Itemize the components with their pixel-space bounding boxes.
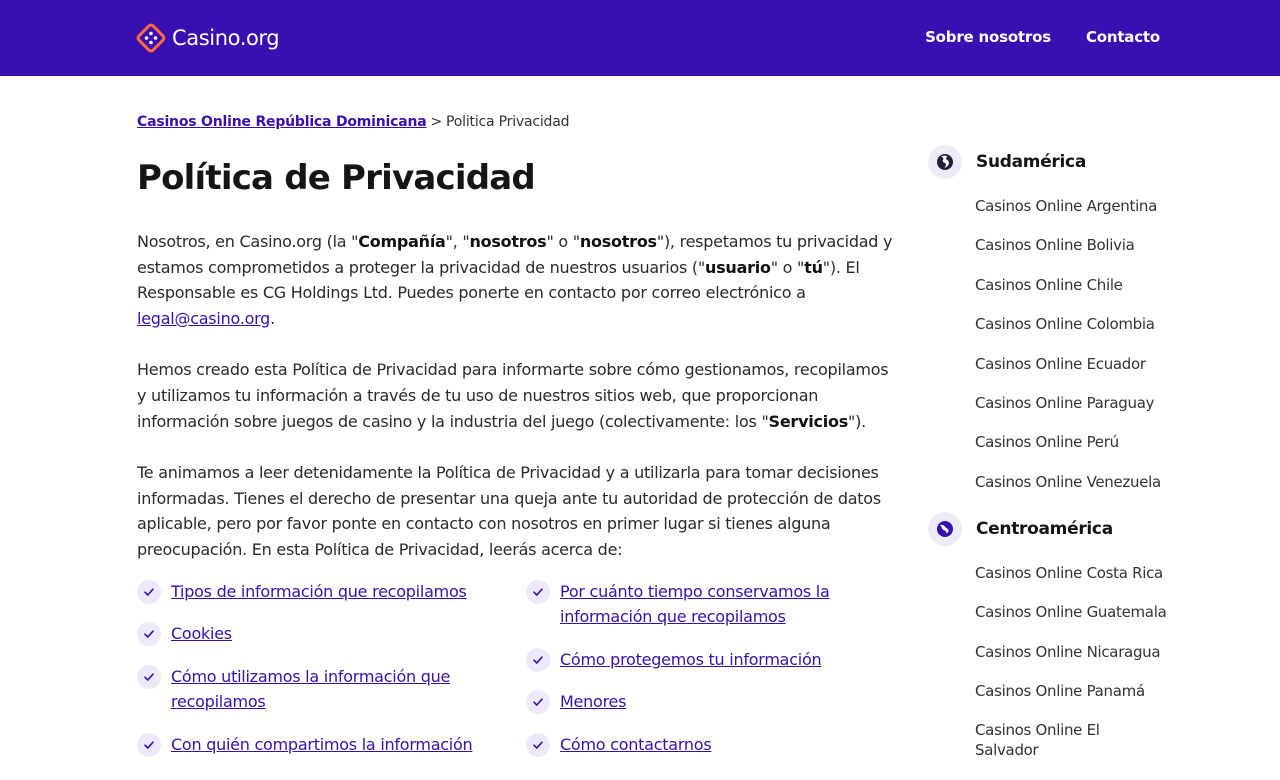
- intro-paragraph-3: Te animamos a leer detenidamente la Polí…: [137, 463, 881, 559]
- breadcrumb-separator: >: [430, 114, 443, 130]
- logo-link[interactable]: Casino.org: [136, 22, 280, 54]
- region-sidebar: Sudamérica Casinos Online Argentina Casi…: [928, 145, 1188, 780]
- main-nav: Sobre nosotros Contacto: [925, 28, 1160, 46]
- sidebar-link-paraguay[interactable]: Casinos Online Paraguay: [975, 394, 1154, 412]
- main-content: Casinos Online República Dominicana > Poli…: [137, 112, 907, 758]
- check-icon: [137, 622, 161, 647]
- intro-paragraph-1: Nosotros, en Casino.org (la "Compañía", …: [137, 232, 893, 328]
- toc-item: Cómo contactarnos: [526, 732, 906, 758]
- globe-americas-icon: [928, 145, 962, 179]
- toc-right-column: Por cuánto tiempo conservamos la informa…: [526, 579, 906, 758]
- sidebar-link-bolivia[interactable]: Casinos Online Bolivia: [975, 236, 1135, 254]
- breadcrumb: Casinos Online República Dominicana > Poli…: [137, 112, 907, 132]
- check-icon: [526, 579, 550, 604]
- sidebar-group-title: Sudamérica: [976, 152, 1086, 172]
- toc-link-retention[interactable]: Por cuánto tiempo conservamos la informa…: [560, 579, 906, 630]
- toc-link-contact[interactable]: Cómo contactarnos: [560, 732, 712, 758]
- check-icon: [526, 647, 550, 672]
- sidebar-group-centroamerica: Centroamérica Casinos Online Costa Rica …: [928, 511, 1188, 761]
- check-icon: [526, 732, 550, 757]
- toc-link-sharing[interactable]: Con quién compartimos la información: [171, 732, 473, 758]
- sidebar-link-list: Casinos Online Argentina Casinos Online …: [975, 196, 1188, 492]
- logo-text: Casino.org: [172, 26, 280, 50]
- sidebar-link-peru[interactable]: Casinos Online Perú: [975, 433, 1119, 451]
- sidebar-link-colombia[interactable]: Casinos Online Colombia: [975, 315, 1155, 333]
- sidebar-group-header: Sudamérica: [928, 145, 1188, 179]
- breadcrumb-parent-link[interactable]: Casinos Online República Dominicana: [137, 114, 427, 130]
- breadcrumb-current: Politica Privacidad: [446, 114, 570, 130]
- sidebar-link-list: Casinos Online Costa Rica Casinos Online…: [975, 563, 1188, 761]
- toc-link-protection[interactable]: Cómo protegemos tu información: [560, 647, 822, 673]
- check-icon: [137, 579, 161, 604]
- sidebar-group-sudamerica: Sudamérica Casinos Online Argentina Casi…: [928, 145, 1188, 492]
- toc-item: Cookies: [137, 621, 526, 647]
- sidebar-link-costa-rica[interactable]: Casinos Online Costa Rica: [975, 564, 1163, 582]
- sidebar-link-venezuela[interactable]: Casinos Online Venezuela: [975, 473, 1161, 491]
- page-title: Política de Privacidad: [137, 158, 536, 198]
- toc-link-cookies[interactable]: Cookies: [171, 621, 232, 647]
- nav-contact-link[interactable]: Contacto: [1086, 28, 1160, 46]
- sidebar-group-title: Centroamérica: [976, 518, 1113, 539]
- legal-email-link[interactable]: legal@casino.org: [137, 309, 270, 328]
- logo-icon: [136, 23, 166, 53]
- sidebar-link-guatemala[interactable]: Casinos Online Guatemala: [975, 603, 1167, 621]
- sidebar-link-ecuador[interactable]: Casinos Online Ecuador: [975, 355, 1146, 373]
- nav-about-link[interactable]: Sobre nosotros: [925, 28, 1051, 46]
- toc-left-column: Tipos de información que recopilamos Coo…: [137, 579, 526, 758]
- sidebar-link-panama[interactable]: Casinos Online Panamá: [975, 682, 1145, 700]
- top-navbar: Casino.org Sobre nosotros Contacto: [0, 0, 1280, 76]
- privacy-toc: Tipos de información que recopilamos Coo…: [137, 579, 907, 758]
- toc-item: Cómo utilizamos la información que recop…: [137, 664, 526, 715]
- toc-link-minors[interactable]: Menores: [560, 689, 626, 715]
- sidebar-link-nicaragua[interactable]: Casinos Online Nicaragua: [975, 643, 1161, 661]
- toc-item: Por cuánto tiempo conservamos la informa…: [526, 579, 906, 630]
- toc-link-types-info[interactable]: Tipos de información que recopilamos: [171, 579, 467, 605]
- check-icon: [137, 664, 161, 689]
- check-icon: [526, 690, 550, 715]
- toc-item: Cómo protegemos tu información: [526, 647, 906, 673]
- sidebar-link-argentina[interactable]: Casinos Online Argentina: [975, 197, 1157, 215]
- globe-central-america-icon: [928, 511, 962, 546]
- intro-paragraph-2: Hemos creado esta Política de Privacidad…: [137, 360, 889, 431]
- check-icon: [137, 732, 161, 757]
- toc-item: Con quién compartimos la información: [137, 732, 526, 758]
- toc-item: Menores: [526, 689, 906, 715]
- toc-link-how-we-use[interactable]: Cómo utilizamos la información que recop…: [171, 664, 526, 715]
- sidebar-group-header: Centroamérica: [928, 511, 1188, 546]
- toc-item: Tipos de información que recopilamos: [137, 579, 526, 605]
- sidebar-link-el-salvador[interactable]: Casinos Online El Salvador: [975, 721, 1100, 759]
- sidebar-link-chile[interactable]: Casinos Online Chile: [975, 276, 1123, 294]
